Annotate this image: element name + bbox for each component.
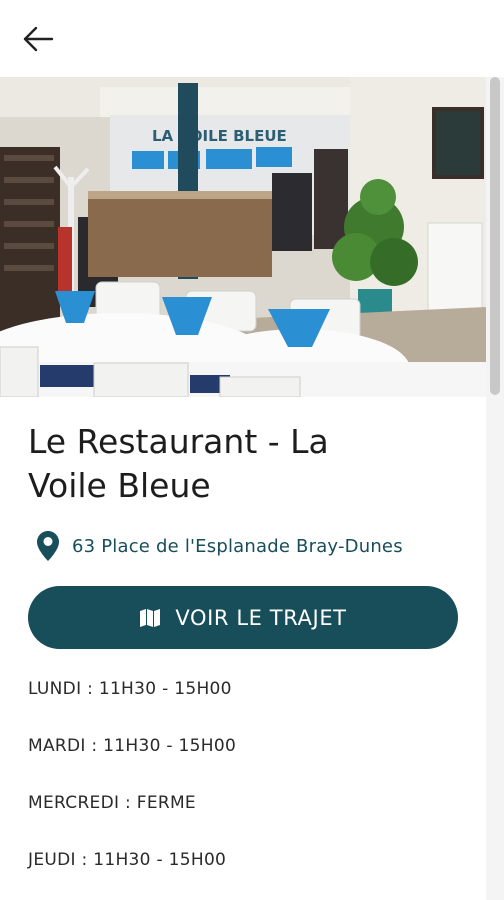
restaurant-photo: LA VOILE BLEUE — [0, 77, 486, 397]
hours-wednesday: MERCREDI : FERME — [28, 793, 196, 813]
address-row[interactable]: 63 Place de l'Esplanade Bray-Dunes — [36, 528, 403, 564]
address-text: 63 Place de l'Esplanade Bray-Dunes — [72, 535, 403, 557]
restaurant-name: Le Restaurant - La Voile Bleue — [28, 420, 468, 508]
voir-le-trajet-button[interactable]: VOIR LE TRAJET — [28, 586, 458, 649]
map-icon — [140, 608, 161, 627]
restaurant-name-line1: Le Restaurant - La — [28, 422, 329, 461]
restaurant-name-line2: Voile Bleue — [28, 466, 211, 505]
opening-hours-list: LUNDI : 11H30 - 15H00 MARDI : 11H30 - 15… — [28, 672, 236, 900]
hours-monday: LUNDI : 11H30 - 15H00 — [28, 679, 232, 699]
hours-thursday: JEUDI : 11H30 - 15H00 — [28, 850, 227, 870]
top-app-bar — [0, 0, 504, 76]
voir-le-trajet-label: VOIR LE TRAJET — [175, 605, 347, 630]
arrow-left-icon — [23, 26, 54, 52]
wall-sign-text: LA VOILE BLEUE — [152, 127, 287, 145]
scrollbar-thumb[interactable] — [490, 77, 500, 395]
scrollbar[interactable] — [486, 77, 504, 900]
hours-tuesday: MARDI : 11H30 - 15H00 — [28, 736, 237, 756]
back-button[interactable] — [18, 22, 58, 56]
restaurant-detail-screen: LA VOILE BLEUE Le Restaurant - La Voile … — [0, 0, 504, 900]
map-pin-icon — [37, 531, 59, 561]
